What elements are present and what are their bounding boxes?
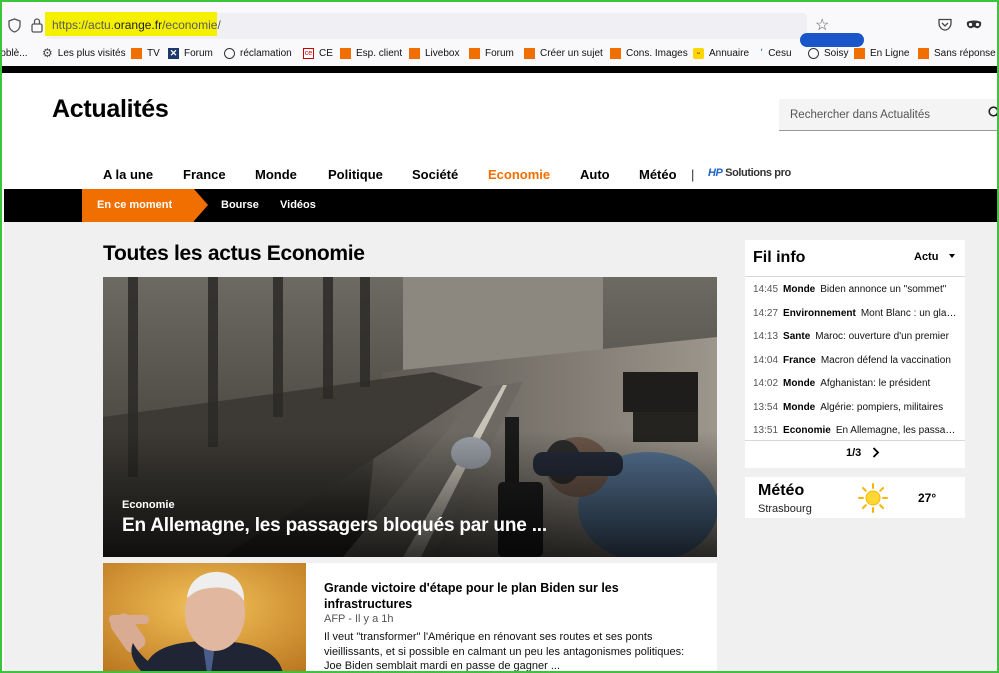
hero-category[interactable]: Economie [122, 499, 175, 511]
fil-info-title: Fil info [753, 249, 806, 266]
bookmark-item[interactable]: roblè... [0, 48, 28, 59]
shield-icon[interactable] [8, 18, 21, 33]
fil-info-panel: Fil info Actu 14:45 Monde Biden annonce un… [745, 240, 965, 468]
subnav-videos[interactable]: Vidéos [280, 189, 316, 222]
lock-icon[interactable] [31, 17, 43, 33]
article-thumbnail[interactable] [103, 563, 306, 673]
subnav-bourse[interactable]: Bourse [221, 189, 259, 222]
nav-item-societe[interactable]: Société [412, 167, 458, 182]
fil-info-item[interactable]: 14:13 Sante Maroc: ouverture d'un premier [745, 325, 965, 349]
nav-item-meteo[interactable]: Météo [639, 167, 677, 182]
mask-icon[interactable] [966, 20, 982, 30]
orange-square-icon [854, 48, 865, 59]
sub-nav: En ce moment Bourse Vidéos [4, 189, 997, 222]
x-logo-icon: ✕ [168, 48, 179, 59]
smiley-icon: ᵕ [693, 48, 704, 59]
bookmark-item[interactable]: ᵕ Annuaire [693, 48, 749, 59]
nav-item-monde[interactable]: Monde [255, 167, 297, 182]
orange-square-icon [918, 48, 929, 59]
hp-solutions-pro-link[interactable]: HP Solutions pro [708, 167, 791, 179]
subnav-arrow-shape [194, 189, 208, 221]
bookmark-item[interactable]: Soisy [808, 48, 848, 59]
bookmark-item[interactable]: ٬ Cesu [760, 48, 792, 59]
pocket-icon[interactable] [938, 18, 952, 31]
fil-info-filter[interactable]: Actu [914, 251, 938, 263]
bookmark-item[interactable]: Livebox [409, 48, 459, 59]
biden-photo [103, 563, 306, 673]
caret-down-icon[interactable] [949, 254, 955, 258]
fil-info-pager: 1/3 [846, 447, 862, 459]
orange-square-icon [340, 48, 351, 59]
meteo-title: Météo [758, 482, 805, 499]
redaction-blob [800, 33, 864, 47]
meteo-temperature: 27° [918, 491, 937, 505]
fil-info-item[interactable]: 14:04 France Macron défend la vaccination [745, 349, 965, 373]
cesu-icon: ٬ [760, 48, 764, 59]
bookmark-item[interactable]: réclamation [224, 48, 292, 59]
fil-info-list: 14:45 Monde Biden annonce un "sommet" 14:2… [745, 278, 965, 443]
chevron-right-icon[interactable] [872, 447, 880, 458]
hp-logo: HP [708, 167, 723, 179]
meteo-city: Strasbourg [758, 503, 812, 515]
article-card[interactable]: Grande victoire d'étape pour le plan Bid… [103, 563, 717, 673]
meteo-widget[interactable]: Météo Strasbourg 27° [745, 477, 965, 518]
fil-info-item[interactable]: 13:51 Economie En Allemagne, les passagers [745, 419, 965, 443]
main-nav: A la une France Monde Politique Société … [0, 165, 999, 185]
bookmark-item[interactable]: ✕ Forum [168, 48, 213, 59]
search-icon[interactable] [988, 106, 999, 120]
fil-info-item[interactable]: 14:02 Monde Afghanistan: le président [745, 372, 965, 396]
globe-icon [224, 48, 235, 59]
ce-logo-icon: ce [303, 48, 314, 59]
hero-title[interactable]: En Allemagne, les passagers bloqués par … [122, 515, 547, 537]
subnav-en-ce-moment[interactable]: En ce moment [82, 189, 194, 222]
hero-article[interactable]: Economie En Allemagne, les passagers blo… [103, 277, 717, 557]
bookmark-item[interactable]: Créer un sujet [524, 48, 603, 59]
fil-info-item[interactable]: 14:27 Environnement Mont Blanc : un glacie… [745, 302, 965, 326]
article-excerpt: Il veut "transformer" l'Amérique en réno… [324, 631, 685, 673]
orange-square-icon [131, 48, 142, 59]
nav-item-auto[interactable]: Auto [580, 167, 610, 182]
nav-item-france[interactable]: France [183, 167, 226, 182]
sun-icon [858, 483, 888, 513]
fil-info-item[interactable]: 13:54 Monde Algérie: pompiers, militaires [745, 396, 965, 420]
nav-item-politique[interactable]: Politique [328, 167, 383, 182]
divider [745, 440, 965, 441]
nav-separator: | [691, 167, 695, 182]
bookmark-item[interactable]: TV [131, 48, 160, 59]
orange-square-icon [524, 48, 535, 59]
bookmark-star-icon[interactable]: ☆ [815, 15, 829, 35]
bookmark-item[interactable]: ce CE [303, 48, 333, 59]
fil-info-item[interactable]: 14:45 Monde Biden annonce un "sommet" [745, 278, 965, 302]
nav-item-a-la-une[interactable]: A la une [103, 167, 153, 182]
bookmark-item[interactable]: Cons. Images [610, 48, 688, 59]
gear-icon: ⚙ [42, 46, 53, 60]
search-input[interactable] [779, 99, 999, 130]
divider [745, 276, 965, 277]
site-top-strip [0, 66, 999, 73]
bookmark-item[interactable]: Sans réponse [918, 48, 996, 59]
article-title[interactable]: Grande victoire d'étape pour le plan Bid… [324, 580, 694, 612]
globe-icon [808, 48, 819, 59]
bookmark-item[interactable]: En Ligne [854, 48, 909, 59]
article-meta: AFP - Il y a 1h [324, 613, 394, 625]
orange-square-icon [409, 48, 420, 59]
nav-item-economie[interactable]: Economie [488, 167, 550, 182]
orange-square-icon [469, 48, 480, 59]
url-text[interactable]: https://actu.orange.fr/economie/ [52, 18, 221, 32]
bookmark-item[interactable]: Esp. client [340, 48, 402, 59]
search-box[interactable] [779, 99, 999, 131]
bookmark-item[interactable]: Forum [469, 48, 514, 59]
section-title: Toutes les actus Economie [103, 242, 365, 265]
orange-square-icon [610, 48, 621, 59]
bookmark-item[interactable]: ⚙ Les plus visités [42, 46, 126, 60]
bookmarks-bar: roblè... ⚙ Les plus visités TV ✕ Forum réc… [0, 44, 999, 66]
site-title[interactable]: Actualités [52, 95, 169, 124]
